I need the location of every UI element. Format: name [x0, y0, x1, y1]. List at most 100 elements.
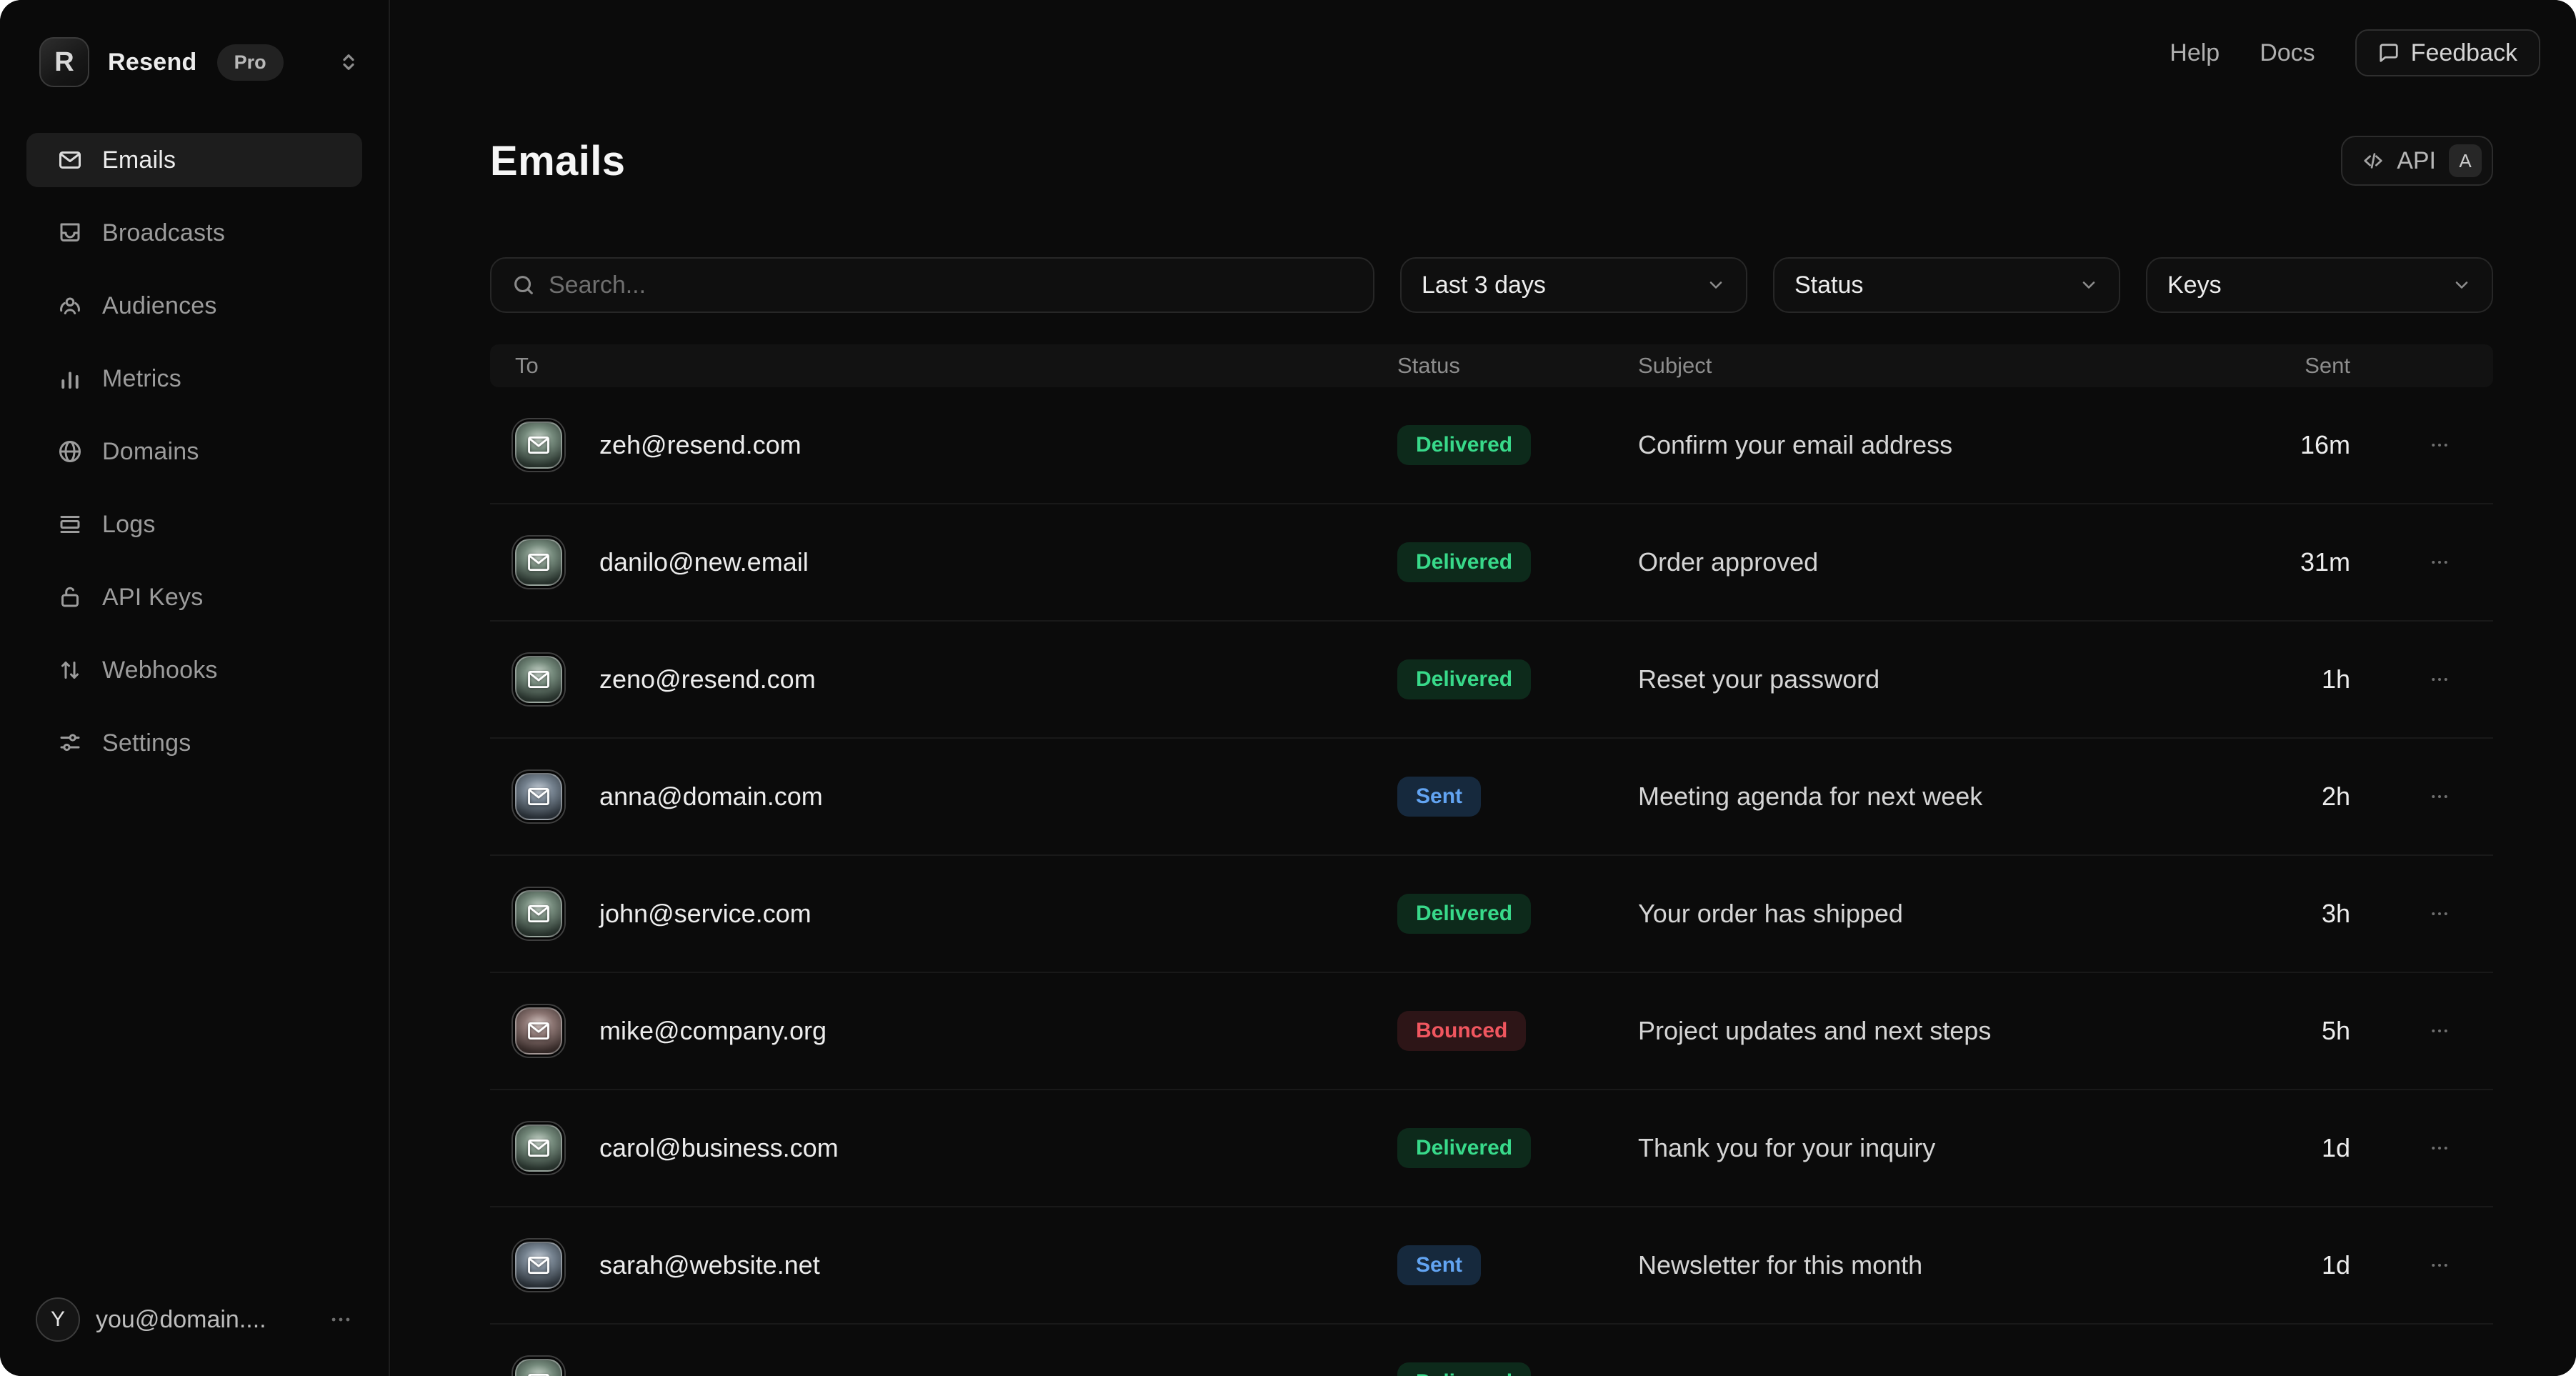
sidebar-item-logs[interactable]: Logs	[26, 497, 362, 552]
email-subject: Your order has shipped	[1638, 899, 1903, 928]
sidebar-item-label: API Keys	[102, 584, 203, 612]
sidebar-item-webhooks[interactable]: Webhooks	[26, 643, 362, 697]
user-menu-ellipsis-icon[interactable]	[321, 1300, 360, 1339]
message-square-icon	[2378, 42, 2400, 64]
sidebar-item-label: Emails	[102, 146, 176, 174]
user-account-row[interactable]: Y you@domain....	[36, 1296, 360, 1343]
table-row[interactable]: mike@company.org Bounced Project updates…	[490, 973, 2493, 1090]
table-header: To Status Subject Sent	[490, 344, 2493, 387]
bar-chart-icon	[57, 366, 83, 392]
sidebar-item-domains[interactable]: Domains	[26, 424, 362, 479]
org-switcher[interactable]: R Resend Pro	[39, 36, 360, 89]
sidebar-item-metrics[interactable]: Metrics	[26, 352, 362, 406]
arrows-up-down-icon	[57, 657, 83, 683]
sidebar-item-label: Logs	[102, 511, 156, 539]
api-button[interactable]: API A	[2341, 136, 2493, 186]
status-badge: Delivered	[1397, 542, 1531, 582]
row-menu-ellipsis-icon[interactable]	[2415, 1240, 2465, 1290]
recipient-email: carol@business.com	[599, 1133, 839, 1163]
status-badge: Delivered	[1397, 425, 1531, 465]
feedback-label: Feedback	[2411, 39, 2517, 67]
table-row[interactable]: danilo@new.email Delivered Order approve…	[490, 504, 2493, 622]
search-icon	[511, 273, 536, 297]
email-subject: Confirm your email address	[1638, 430, 1952, 459]
status-badge: Sent	[1397, 1245, 1481, 1285]
status-badge: Delivered	[1397, 659, 1531, 699]
sidebar-item-label: Webhooks	[102, 657, 218, 684]
row-menu-ellipsis-icon[interactable]	[2415, 420, 2465, 470]
org-name: Resend	[108, 49, 197, 76]
row-menu-ellipsis-icon[interactable]	[2415, 889, 2465, 939]
table-row[interactable]: sarah@website.net Sent Newsletter for th…	[490, 1207, 2493, 1325]
code-icon	[2362, 150, 2384, 171]
recipient-email: mike@company.org	[599, 1016, 827, 1046]
email-table-body: zeh@resend.com Delivered Confirm your em…	[490, 387, 2493, 1376]
recipient-email: danilo@new.email	[599, 547, 809, 577]
lock-icon	[57, 584, 83, 610]
feedback-button[interactable]: Feedback	[2355, 29, 2540, 76]
table-row[interactable]: zeh@resend.com Delivered Confirm your em…	[490, 387, 2493, 504]
sent-time: 16m	[2300, 430, 2350, 459]
status-badge: Delivered	[1397, 894, 1531, 934]
keys-dropdown[interactable]: Keys	[2146, 257, 2493, 313]
sidebar-item-label: Audiences	[102, 292, 217, 320]
sent-time: 1h	[2322, 664, 2350, 694]
sidebar-item-label: Metrics	[102, 365, 181, 393]
status-dropdown[interactable]: Status	[1773, 257, 2120, 313]
table-row[interactable]: Delivered	[490, 1325, 2493, 1376]
sent-time: 3h	[2322, 899, 2350, 928]
sidebar-item-broadcasts[interactable]: Broadcasts	[26, 206, 362, 260]
main-panel: Help Docs Feedback Emails API A	[391, 0, 2576, 1376]
sidebar-item-label: Broadcasts	[102, 219, 225, 247]
sent-time: 5h	[2322, 1016, 2350, 1045]
email-subject: Order approved	[1638, 547, 1818, 577]
globe-icon	[57, 439, 83, 464]
help-link[interactable]: Help	[2170, 39, 2220, 67]
row-menu-ellipsis-icon[interactable]	[2415, 1357, 2465, 1376]
user-email: you@domain....	[96, 1306, 266, 1334]
mail-tile	[515, 1242, 562, 1289]
sidebar-item-audiences[interactable]: Audiences	[26, 279, 362, 333]
table-row[interactable]: john@service.com Delivered Your order ha…	[490, 856, 2493, 973]
sidebar-nav: Emails Broadcasts Audiences Metrics	[26, 133, 362, 789]
status-badge: Bounced	[1397, 1011, 1526, 1051]
row-menu-ellipsis-icon[interactable]	[2415, 654, 2465, 704]
sidebar-item-settings[interactable]: Settings	[26, 716, 362, 770]
sent-time: 1d	[2322, 1250, 2350, 1280]
search-input[interactable]	[549, 271, 1353, 299]
table-row[interactable]: carol@business.com Delivered Thank you f…	[490, 1090, 2493, 1207]
date-range-value: Last 3 days	[1422, 271, 1546, 299]
sent-time: 1d	[2322, 1133, 2350, 1162]
row-menu-ellipsis-icon[interactable]	[2415, 1006, 2465, 1056]
search-box	[490, 257, 1374, 313]
sidebar: R Resend Pro Emails Broadcasts	[0, 0, 390, 1376]
sidebar-item-label: Settings	[102, 729, 191, 757]
docs-link[interactable]: Docs	[2260, 39, 2315, 67]
recipient-email: zeno@resend.com	[599, 664, 816, 694]
table-row[interactable]: anna@domain.com Sent Meeting agenda for …	[490, 739, 2493, 856]
recipient-email: sarah@website.net	[599, 1250, 820, 1280]
sent-time: 31m	[2300, 547, 2350, 577]
chevron-down-icon	[2452, 275, 2472, 295]
sent-time: 2h	[2322, 782, 2350, 811]
row-menu-ellipsis-icon[interactable]	[2415, 772, 2465, 822]
row-menu-ellipsis-icon[interactable]	[2415, 537, 2465, 587]
emails-content: Emails API A Last 3 days	[391, 136, 2576, 1376]
filters-row: Last 3 days Status Keys	[490, 257, 2493, 313]
resend-app-window: R Resend Pro Emails Broadcasts	[0, 0, 2576, 1376]
sidebar-item-api-keys[interactable]: API Keys	[26, 570, 362, 624]
mail-tile	[515, 1007, 562, 1055]
topbar: Help Docs Feedback	[2170, 29, 2540, 76]
status-badge: Delivered	[1397, 1362, 1531, 1376]
email-subject: Meeting agenda for next week	[1638, 782, 1982, 811]
date-range-dropdown[interactable]: Last 3 days	[1400, 257, 1747, 313]
sidebar-item-emails[interactable]: Emails	[26, 133, 362, 187]
mail-tile	[515, 422, 562, 469]
api-button-label: API	[2397, 147, 2436, 175]
email-subject: Newsletter for this month	[1638, 1250, 1922, 1280]
email-subject: Thank you for your inquiry	[1638, 1133, 1935, 1162]
status-value: Status	[1794, 271, 1863, 299]
table-row[interactable]: zeno@resend.com Delivered Reset your pas…	[490, 622, 2493, 739]
row-menu-ellipsis-icon[interactable]	[2415, 1123, 2465, 1173]
mail-tile	[515, 539, 562, 586]
